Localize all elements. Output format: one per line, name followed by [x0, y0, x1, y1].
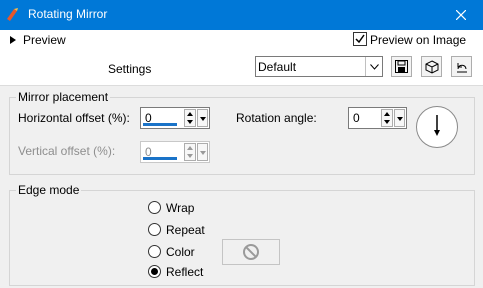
reset-icon	[456, 62, 467, 72]
resource-button[interactable]	[421, 56, 442, 77]
preview-on-image-label[interactable]: Preview on Image	[370, 33, 466, 47]
reflect-radio[interactable]	[148, 265, 161, 278]
repeat-label[interactable]: Repeat	[166, 223, 205, 237]
horizontal-offset-stepper[interactable]	[184, 109, 196, 127]
color-radio[interactable]	[148, 245, 161, 258]
dropdown-arrow[interactable]	[365, 57, 382, 76]
settings-label: Settings	[108, 62, 152, 76]
close-icon	[456, 10, 466, 20]
wrap-radio[interactable]	[148, 201, 161, 214]
preview-bar: Preview Preview on Image	[0, 30, 483, 50]
preset-dropdown[interactable]: Default	[255, 56, 383, 77]
preview-toggle[interactable]: Preview	[23, 33, 66, 47]
color-label[interactable]: Color	[166, 245, 195, 259]
rotation-angle-label: Rotation angle:	[236, 111, 317, 125]
horizontal-offset-bar	[143, 123, 177, 126]
vertical-offset-label: Vertical offset (%):	[18, 144, 116, 158]
rotation-angle-value: 0	[353, 111, 360, 125]
angle-arrow-icon	[434, 115, 440, 136]
title-bar: Rotating Mirror	[0, 0, 483, 30]
resource-icon	[425, 59, 438, 74]
rotation-angle-input[interactable]: 0	[348, 107, 407, 129]
close-button[interactable]	[439, 0, 483, 30]
save-preset-button[interactable]	[391, 56, 412, 77]
preset-value: Default	[258, 60, 297, 74]
edge-color-swatch[interactable]	[222, 239, 280, 265]
rotation-angle-stepper[interactable]	[381, 109, 393, 127]
disabled-icon	[243, 244, 259, 260]
horizontal-offset-label: Horizontal offset (%):	[18, 111, 130, 125]
vertical-offset-stepper[interactable]	[184, 143, 196, 161]
preview-on-image-checkbox[interactable]	[353, 32, 367, 46]
rotation-angle-popup-button[interactable]	[394, 109, 405, 127]
mirror-placement-title: Mirror placement	[16, 90, 111, 104]
reset-button[interactable]	[451, 56, 472, 77]
edge-mode-title: Edge mode	[16, 183, 82, 197]
reflect-label[interactable]: Reflect	[166, 265, 203, 279]
wrap-label[interactable]: Wrap	[166, 201, 194, 215]
vertical-offset-input[interactable]: 0	[140, 141, 210, 163]
vertical-offset-bar	[143, 157, 177, 160]
expand-arrow-icon[interactable]	[10, 36, 16, 44]
checkmark-icon	[355, 34, 365, 44]
window-title: Rotating Mirror	[28, 7, 108, 21]
horizontal-offset-popup-button[interactable]	[197, 109, 208, 127]
app-icon	[7, 8, 18, 21]
repeat-radio[interactable]	[148, 223, 161, 236]
horizontal-offset-input[interactable]: 0	[140, 107, 210, 129]
rotation-dial[interactable]	[416, 106, 458, 148]
vertical-offset-popup-button[interactable]	[197, 143, 208, 161]
edge-mode-group	[9, 190, 475, 286]
save-preset-icon	[395, 60, 408, 73]
chevron-down-icon	[369, 63, 379, 70]
settings-bar: Settings Default	[0, 50, 483, 86]
